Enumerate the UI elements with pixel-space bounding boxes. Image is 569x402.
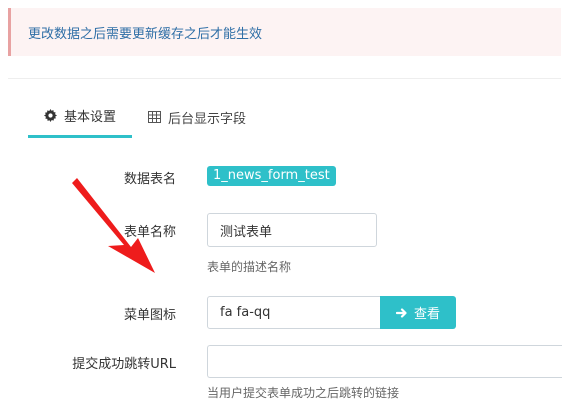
view-button-label: 查看 bbox=[413, 307, 440, 322]
gear-icon bbox=[44, 109, 57, 122]
divider bbox=[8, 78, 561, 79]
arrow-right-icon bbox=[395, 307, 408, 319]
tab-backend-fields[interactable]: 后台显示字段 bbox=[132, 96, 262, 138]
alert-banner: 更改数据之后需要更新缓存之后才能生效 bbox=[8, 8, 561, 56]
tab-label: 后台显示字段 bbox=[168, 111, 247, 127]
redirect-url-input[interactable] bbox=[207, 345, 562, 378]
form-name-input[interactable]: 测试表单 bbox=[207, 213, 377, 247]
view-icon-button[interactable]: 查看 bbox=[380, 296, 456, 329]
alert-text: 更改数据之后需要更新缓存之后才能生效 bbox=[28, 26, 263, 42]
tab-basic-settings[interactable]: 基本设置 bbox=[28, 96, 133, 138]
menu-icon-input[interactable]: fa fa-qq bbox=[207, 296, 381, 329]
table-name-badge: 1_news_form_test bbox=[207, 166, 336, 186]
annotation-arrow-icon bbox=[72, 178, 155, 273]
tab-bar: 基本设置 后台显示字段 bbox=[28, 96, 262, 138]
tab-label: 基本设置 bbox=[64, 110, 117, 125]
table-icon bbox=[148, 111, 162, 123]
redirect-url-help: 当用户提交表单成功之后跳转的链接 bbox=[207, 386, 400, 400]
menu-icon-label: 菜单图标 bbox=[123, 308, 176, 323]
redirect-url-label: 提交成功跳转URL bbox=[72, 357, 176, 372]
form-name-help: 表单的描述名称 bbox=[207, 260, 292, 274]
